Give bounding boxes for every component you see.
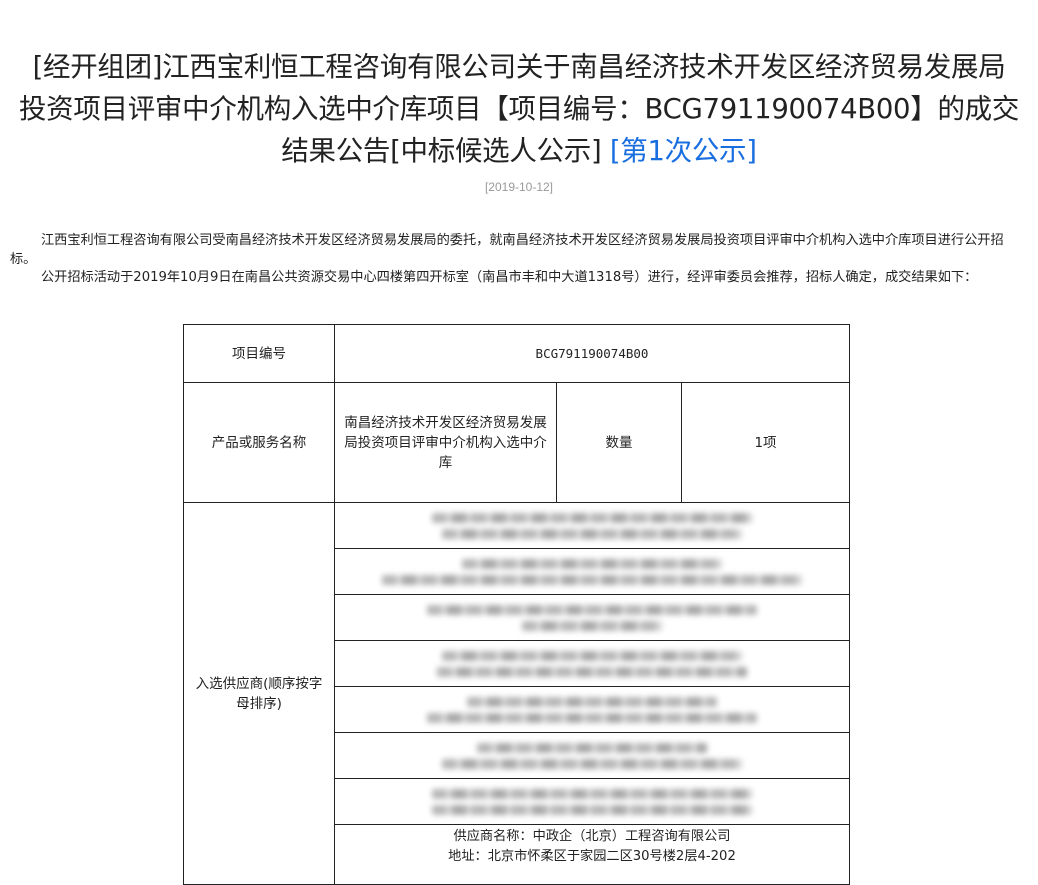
redacted-supplier-row (334, 594, 850, 641)
quantity-label: 数量 (556, 382, 682, 503)
supplier-entry: 供应商名称：中政企（北京）工程咨询有限公司 地址：北京市怀柔区于家园二区30号楼… (334, 824, 850, 885)
result-table: 项目编号 BCG791190074B00 产品或服务名称 南昌经济技术开发区经济… (183, 324, 850, 885)
redacted-content (335, 549, 849, 594)
redacted-content (335, 595, 849, 640)
supplier-address: 地址：北京市怀柔区于家园二区30号楼2层4-202 (448, 849, 736, 864)
title-line-3-text: 结果公告[中标候选人公示] (281, 135, 602, 167)
redacted-supplier-row (334, 548, 850, 595)
redacted-content (335, 733, 849, 778)
intro-paragraph-1: 江西宝利恒工程咨询有限公司受南昌经济技术开发区经济贸易发展局的委托，就南昌经济技… (10, 233, 1004, 267)
redacted-content (335, 687, 849, 732)
redacted-supplier-row (334, 686, 850, 733)
title-line-1: [经开组团]江西宝利恒工程咨询有限公司关于南昌经济技术开发区经济贸易发展局 (32, 51, 1006, 83)
redacted-supplier-row (334, 732, 850, 779)
suppliers-label: 入选供应商(顺序按字母排序) (183, 502, 335, 885)
redacted-supplier-row (334, 502, 850, 549)
product-label: 产品或服务名称 (183, 382, 335, 503)
product-value: 南昌经济技术开发区经济贸易发展局投资项目评审中介机构入选中介库 (334, 382, 557, 503)
quantity-value: 1项 (681, 382, 850, 503)
supplier-name: 供应商名称：中政企（北京）工程咨询有限公司 (453, 829, 731, 844)
publicity-round-link[interactable]: [第1次公示] (610, 135, 757, 167)
title-line-2: 投资项目评审中介机构入选中介库项目【项目编号：BCG791190074B00】的… (18, 93, 1020, 125)
redacted-content (335, 779, 849, 824)
project-no-label: 项目编号 (183, 324, 335, 383)
publish-date: [2019-10-12] (484, 180, 554, 194)
project-no-value: BCG791190074B00 (334, 324, 850, 383)
title-line-3: 结果公告[中标候选人公示] [第1次公示] (0, 130, 1038, 172)
redacted-content (335, 641, 849, 686)
intro-paragraph-2: 公开招标活动于2019年10月9日在南昌公共资源交易中心四楼第四开标室（南昌市丰… (41, 270, 978, 285)
page-title: [经开组团]江西宝利恒工程咨询有限公司关于南昌经济技术开发区经济贸易发展局 投资… (0, 46, 1038, 172)
intro-text: 江西宝利恒工程咨询有限公司受南昌经济技术开发区经济贸易发展局的委托，就南昌经济技… (10, 232, 1022, 288)
redacted-content (335, 503, 849, 548)
redacted-supplier-row (334, 778, 850, 825)
redacted-supplier-row (334, 640, 850, 687)
